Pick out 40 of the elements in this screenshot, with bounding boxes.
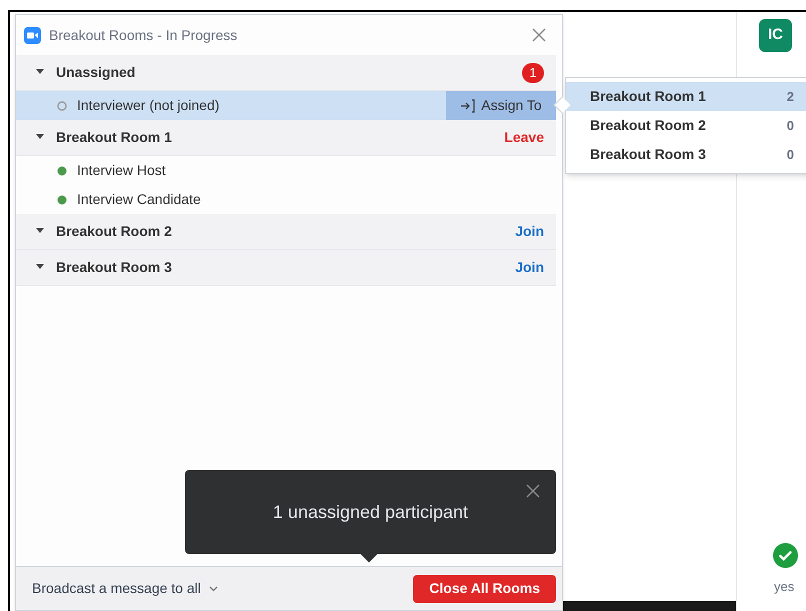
menu-item[interactable]: Breakout Room 1 2 [566, 82, 806, 111]
room-header[interactable]: Breakout Room 3 Join [16, 250, 556, 286]
room-header[interactable]: Breakout Room 2 Join [16, 214, 556, 250]
room-name: Breakout Room 3 [56, 258, 173, 277]
avatar: IC [759, 19, 792, 52]
room-name: Breakout Room 1 [56, 128, 173, 147]
caret-icon[interactable] [36, 68, 44, 76]
leave-button[interactable]: Leave [504, 127, 544, 148]
participant-row[interactable]: Interviewer (not joined) Assign To [16, 91, 556, 120]
close-icon[interactable] [526, 484, 540, 498]
room-name: Unassigned [56, 63, 136, 82]
caret-icon[interactable] [36, 134, 44, 142]
room-name: Breakout Room 2 [56, 222, 173, 241]
room-header[interactable]: Unassigned 1 [16, 55, 556, 91]
participant-count: 0 [786, 116, 794, 135]
status-label: yes [774, 578, 794, 596]
assign-icon [460, 98, 476, 112]
close-icon[interactable] [532, 28, 546, 42]
room-name: Breakout Room 2 [590, 116, 707, 135]
join-button[interactable]: Join [515, 257, 544, 278]
participant-name: Interview Host [77, 161, 167, 180]
participant-name: Interviewer (not joined) [77, 96, 220, 115]
video-camera-icon [24, 26, 41, 44]
chevron-down-icon [208, 586, 218, 592]
count-badge: 1 [522, 62, 544, 82]
caret-icon[interactable] [36, 228, 44, 236]
room-name: Breakout Room 3 [590, 145, 707, 164]
participant-count: 2 [786, 88, 794, 106]
assign-to-button[interactable]: Assign To [446, 91, 556, 120]
toast-message: 1 unassigned participant [272, 500, 468, 524]
check-icon [773, 543, 798, 568]
participant-name: Interview Candidate [77, 190, 202, 209]
participant-count: 0 [786, 146, 794, 164]
window-title: Breakout Rooms - In Progress [49, 26, 238, 45]
room-header[interactable]: Breakout Room 1 Leave [16, 120, 556, 156]
close-all-rooms-button[interactable]: Close All Rooms [413, 574, 556, 602]
join-button[interactable]: Join [515, 221, 544, 242]
broadcast-dropdown[interactable]: Broadcast a message to all [32, 578, 218, 599]
caret-icon[interactable] [36, 264, 44, 272]
room-name: Breakout Room 1 [590, 87, 707, 106]
